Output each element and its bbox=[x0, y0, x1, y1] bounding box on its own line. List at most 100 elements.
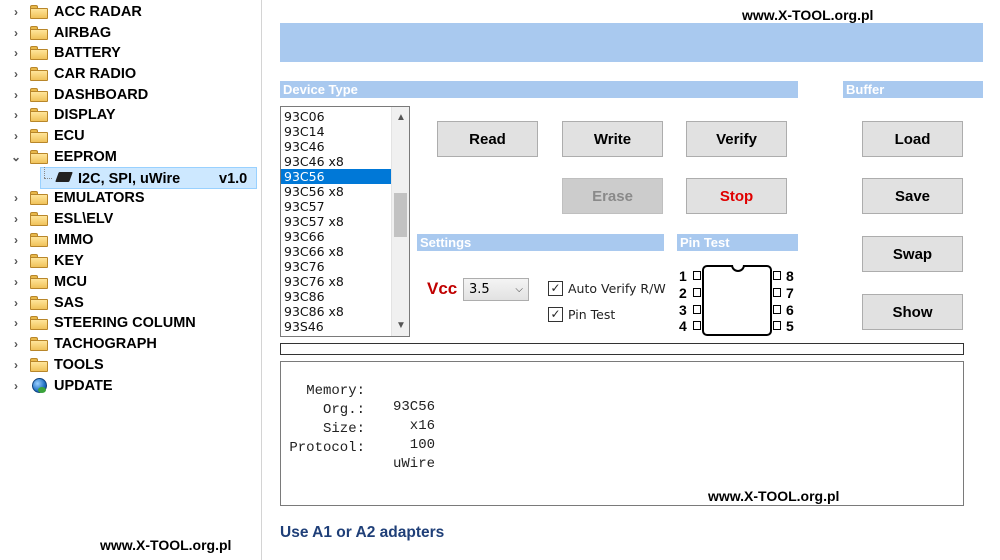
device-list-item[interactable]: 93C86 x8 bbox=[281, 304, 391, 319]
device-list-item[interactable]: 93C86 bbox=[281, 289, 391, 304]
scroll-up-icon[interactable]: ▲ bbox=[392, 109, 409, 126]
chevron-right-icon[interactable]: › bbox=[10, 355, 22, 375]
device-list-item[interactable]: 93C56 bbox=[281, 169, 391, 184]
device-list-item[interactable]: 93C57 x8 bbox=[281, 214, 391, 229]
chevron-right-icon[interactable]: › bbox=[10, 376, 22, 396]
tree-item-label: ESL\ELV bbox=[54, 211, 114, 227]
tree-item-label: KEY bbox=[54, 253, 84, 269]
pin-number: 3 bbox=[679, 302, 687, 318]
chip-notch bbox=[731, 265, 745, 272]
device-list-item[interactable]: 93C46 x8 bbox=[281, 154, 391, 169]
device-list-item[interactable]: 93C56 x8 bbox=[281, 184, 391, 199]
chevron-right-icon[interactable]: › bbox=[10, 313, 22, 333]
chevron-right-icon[interactable]: › bbox=[10, 85, 22, 105]
tree-item-ecu[interactable]: › ECU bbox=[0, 126, 260, 146]
tree-item-label: BATTERY bbox=[54, 45, 121, 61]
stop-button[interactable]: Stop bbox=[686, 178, 787, 214]
info-row-size: Size: 100 bbox=[281, 405, 581, 453]
pin-5 bbox=[773, 321, 781, 330]
chevron-right-icon[interactable]: › bbox=[10, 293, 22, 313]
pin-3 bbox=[693, 305, 701, 314]
pin-2 bbox=[693, 288, 701, 297]
chevron-right-icon[interactable]: › bbox=[10, 334, 22, 354]
pin-number: 4 bbox=[679, 318, 687, 334]
chevron-right-icon[interactable]: › bbox=[10, 64, 22, 84]
tree-item-emulators[interactable]: › EMULATORS bbox=[0, 188, 260, 208]
tree-item-tools[interactable]: › TOOLS bbox=[0, 355, 260, 375]
save-button[interactable]: Save bbox=[862, 178, 963, 214]
chevron-right-icon[interactable]: › bbox=[10, 126, 22, 146]
folder-icon bbox=[30, 316, 48, 330]
device-list-item[interactable]: 93C66 bbox=[281, 229, 391, 244]
pin-test-checkbox[interactable]: ✓ bbox=[548, 307, 563, 322]
erase-button[interactable]: Erase bbox=[562, 178, 663, 214]
tree-item-battery[interactable]: › BATTERY bbox=[0, 43, 260, 63]
device-type-listbox[interactable]: 93C06 93C14 93C46 93C46 x8 93C56 93C56 x8 93C5… bbox=[280, 106, 410, 337]
tree-item-steering-column[interactable]: › STEERING COLUMN bbox=[0, 313, 260, 333]
tree-item-eeprom[interactable]: ⌄ EEPROM bbox=[0, 147, 260, 167]
write-button[interactable]: Write bbox=[562, 121, 663, 157]
tree-item-mcu[interactable]: › MCU bbox=[0, 272, 260, 292]
scroll-thumb[interactable] bbox=[394, 193, 407, 237]
auto-verify-checkbox[interactable]: ✓ bbox=[548, 281, 563, 296]
folder-icon bbox=[30, 275, 48, 289]
tree-item-key[interactable]: › KEY bbox=[0, 251, 260, 271]
chevron-right-icon[interactable]: › bbox=[10, 2, 22, 22]
vcc-select[interactable]: 3.5 ⌵ bbox=[463, 278, 529, 301]
chevron-right-icon[interactable]: › bbox=[10, 105, 22, 125]
device-list-item[interactable]: 93S46 bbox=[281, 319, 391, 334]
folder-icon bbox=[30, 88, 48, 102]
chevron-right-icon[interactable]: › bbox=[10, 209, 22, 229]
tree-item-label: TACHOGRAPH bbox=[54, 336, 157, 352]
chevron-down-icon[interactable]: ⌄ bbox=[10, 147, 22, 167]
chevron-right-icon[interactable]: › bbox=[10, 272, 22, 292]
load-button[interactable]: Load bbox=[862, 121, 963, 157]
scroll-down-icon[interactable]: ▼ bbox=[392, 317, 409, 334]
settings-title: Settings bbox=[417, 234, 664, 251]
tree-item-car-radio[interactable]: › CAR RADIO bbox=[0, 64, 260, 84]
tree-item-airbag[interactable]: › AIRBAG bbox=[0, 23, 260, 43]
device-list-item[interactable]: 93C57 bbox=[281, 199, 391, 214]
folder-icon bbox=[30, 46, 48, 60]
chevron-right-icon[interactable]: › bbox=[10, 23, 22, 43]
chevron-down-icon: ⌵ bbox=[515, 284, 523, 295]
folder-icon bbox=[30, 233, 48, 247]
chevron-right-icon[interactable]: › bbox=[10, 230, 22, 250]
show-button[interactable]: Show bbox=[862, 294, 963, 330]
swap-button[interactable]: Swap bbox=[862, 236, 963, 272]
tree-item-immo[interactable]: › IMMO bbox=[0, 230, 260, 250]
tree-item-acc-radar[interactable]: › ACC RADAR bbox=[0, 2, 260, 22]
device-list-item[interactable]: 93C76 bbox=[281, 259, 391, 274]
device-list-item[interactable]: 93C66 x8 bbox=[281, 244, 391, 259]
device-list-item[interactable]: 93C46 bbox=[281, 139, 391, 154]
device-list-item[interactable]: 93C14 bbox=[281, 124, 391, 139]
tree-item-dashboard[interactable]: › DASHBOARD bbox=[0, 85, 260, 105]
tree-item-display[interactable]: › DISPLAY bbox=[0, 105, 260, 125]
pin-number: 5 bbox=[786, 318, 794, 334]
tree-item-esl-elv[interactable]: › ESL\ELV bbox=[0, 209, 260, 229]
adapter-note: Use A1 or A2 adapters bbox=[280, 524, 445, 541]
tree-item-label: DASHBOARD bbox=[54, 87, 149, 103]
chevron-right-icon[interactable]: › bbox=[10, 251, 22, 271]
pin-test-label: Pin Test bbox=[568, 307, 616, 322]
tree-item-label: AIRBAG bbox=[54, 25, 112, 41]
listbox-scrollbar[interactable]: ▲ ▼ bbox=[391, 107, 409, 336]
tree-item-tachograph[interactable]: › TACHOGRAPH bbox=[0, 334, 260, 354]
folder-icon bbox=[30, 108, 48, 122]
chevron-right-icon[interactable]: › bbox=[10, 43, 22, 63]
tree-item-sas[interactable]: › SAS bbox=[0, 293, 260, 313]
folder-icon bbox=[30, 191, 48, 205]
device-list-item[interactable]: 93C06 bbox=[281, 109, 391, 124]
tree-item-i2c-spi-uwire[interactable]: I2C, SPI, uWire bbox=[78, 169, 180, 189]
chevron-right-icon[interactable]: › bbox=[10, 188, 22, 208]
folder-icon bbox=[30, 254, 48, 268]
read-button[interactable]: Read bbox=[437, 121, 538, 157]
device-list-item[interactable]: 93C76 x8 bbox=[281, 274, 391, 289]
buffer-title: Buffer bbox=[843, 81, 983, 98]
tree-item-update[interactable]: › UPDATE bbox=[0, 376, 260, 396]
tree-item-label: EMULATORS bbox=[54, 190, 145, 206]
folder-icon bbox=[30, 337, 48, 351]
pin-test-title: Pin Test bbox=[677, 234, 798, 251]
pin-1 bbox=[693, 271, 701, 280]
verify-button[interactable]: Verify bbox=[686, 121, 787, 157]
